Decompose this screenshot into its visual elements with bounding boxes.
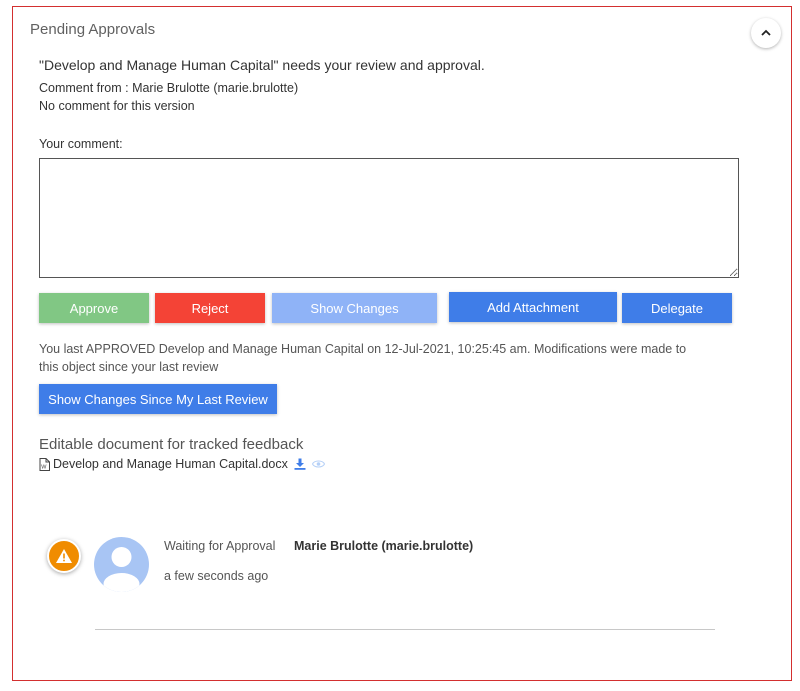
delegate-button[interactable]: Delegate	[622, 293, 732, 323]
user-avatar-icon	[94, 537, 149, 592]
comment-from: Comment from : Marie Brulotte (marie.bru…	[39, 81, 299, 95]
your-comment-label: Your comment:	[39, 137, 123, 151]
document-link[interactable]: Develop and Manage Human Capital.docx	[53, 457, 288, 471]
svg-text:W: W	[41, 464, 47, 470]
warning-triangle-icon	[56, 549, 72, 563]
workflow-status: Waiting for Approval	[164, 539, 276, 553]
collapse-button[interactable]	[751, 18, 781, 48]
pending-approvals-panel: Pending Approvals "Develop and Manage Hu…	[12, 6, 792, 681]
comment-textarea[interactable]	[39, 158, 739, 278]
approver-name: Marie Brulotte (marie.brulotte)	[294, 539, 474, 553]
word-document-icon: W	[39, 457, 50, 471]
approve-button[interactable]: Approve	[39, 293, 149, 323]
no-comment-text: No comment for this version	[39, 99, 195, 113]
review-request-message: "Develop and Manage Human Capital" needs…	[39, 57, 485, 73]
add-attachment-button[interactable]: Add Attachment	[449, 292, 617, 322]
chevron-up-icon	[761, 29, 771, 36]
document-row: W Develop and Manage Human Capital.docx	[39, 457, 325, 471]
divider	[95, 629, 715, 630]
eye-icon[interactable]	[311, 459, 325, 469]
workflow-timestamp: a few seconds ago	[164, 569, 269, 583]
last-approved-text: You last APPROVED Develop and Manage Hum…	[39, 342, 687, 374]
show-changes-since-last-review-button[interactable]: Show Changes Since My Last Review	[39, 384, 277, 414]
download-icon[interactable]	[294, 458, 306, 470]
reject-button[interactable]: Reject	[155, 293, 265, 323]
warning-badge	[47, 539, 81, 573]
show-changes-button[interactable]: Show Changes	[272, 293, 437, 323]
editable-document-title: Editable document for tracked feedback	[39, 436, 304, 453]
panel-title: Pending Approvals	[30, 21, 156, 38]
